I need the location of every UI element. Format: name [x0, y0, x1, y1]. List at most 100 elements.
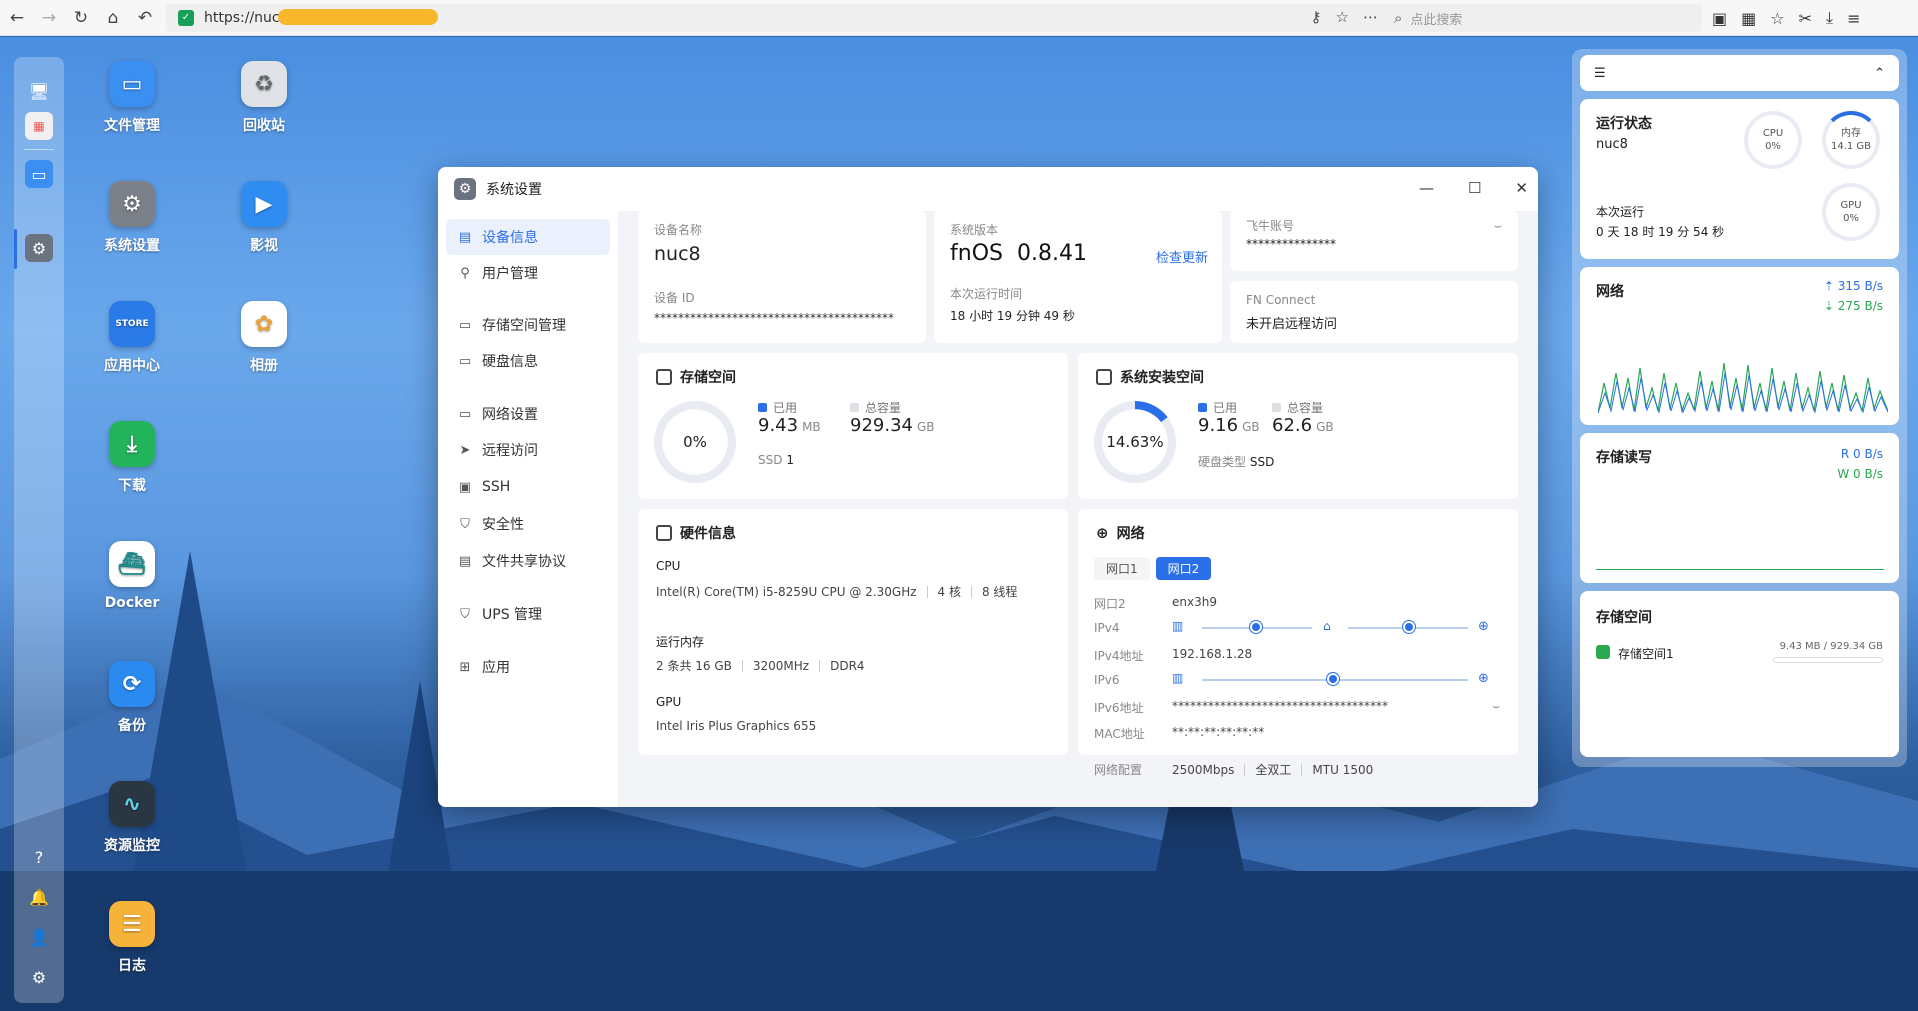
app-label: 系统设置: [104, 238, 160, 254]
address-bar[interactable]: ✓ https://nuc ⚷ ☆ ⋯: [166, 4, 1390, 32]
eye-hidden-icon[interactable]: ⌣: [1492, 699, 1500, 714]
cpu-label: CPU: [656, 559, 681, 573]
file-share-icon: ▤: [458, 553, 472, 569]
settings-icon[interactable]: ⚙: [25, 963, 53, 991]
app-label: 日志: [118, 958, 146, 974]
widgets-panel: ☰ ⌃ 运行状态 nuc8 CPU 0% 内存 14.1 GB GPU 0% 本次运行…: [1572, 49, 1907, 767]
total-label: 总容量: [1287, 401, 1324, 415]
app-resource-monitor[interactable]: ∿ 资源监控: [77, 781, 187, 855]
status-widget: 运行状态 nuc8 CPU 0% 内存 14.1 GB GPU 0% 本次运行 0 天…: [1580, 99, 1899, 259]
internet-globe-icon: ⊕: [1478, 671, 1489, 686]
ipv6-status-dot: [1327, 673, 1339, 685]
version-row: fnOS 0.8.41: [950, 241, 1087, 266]
uptime-label: 本次运行时间: [950, 287, 1023, 301]
more-icon[interactable]: ⋯: [1363, 8, 1378, 26]
sidebar-item-device-info[interactable]: ▤ 设备信息: [446, 219, 610, 255]
minimize-icon[interactable]: —: [1419, 179, 1434, 197]
eye-hidden-icon[interactable]: ⌣: [1493, 219, 1502, 234]
gpu-gauge-value: 0%: [1843, 213, 1859, 224]
sidebar-item-security[interactable]: ⛉ 安全性: [446, 506, 610, 542]
bell-icon[interactable]: 🔔: [25, 883, 53, 911]
hardware-card: 硬件信息 CPU Intel(R) Core(TM) i5-8259U CPU …: [638, 509, 1068, 755]
home-icon[interactable]: ⌂: [98, 3, 128, 33]
sidebar-item-network[interactable]: ▭ 网络设置: [446, 396, 610, 432]
memory-size: 2 条共 16 GB: [656, 659, 732, 673]
device-id: ****************************************: [654, 311, 894, 325]
video-icon: ▶: [241, 181, 287, 227]
download-rate: ⇣ 275 B/s: [1823, 299, 1883, 313]
search-placeholder: 点此搜索: [1410, 12, 1463, 28]
reload-icon[interactable]: ↻: [66, 3, 96, 33]
tab-port2[interactable]: 网口2: [1155, 557, 1212, 580]
app-store[interactable]: STORE 应用中心: [77, 301, 187, 375]
router-icon: ⌂: [1323, 619, 1331, 633]
download-icon[interactable]: ⤓: [1826, 8, 1833, 28]
app-video[interactable]: ▶ 影视: [209, 181, 319, 255]
app-system-settings[interactable]: ⚙ 系统设置: [77, 181, 187, 255]
app-backup[interactable]: ⟳ 备份: [77, 661, 187, 735]
uptime-label: 本次运行: [1596, 205, 1645, 219]
back-icon[interactable]: ←: [2, 3, 32, 33]
extension-icon[interactable]: ▣: [1712, 9, 1727, 28]
sidebar-item-users[interactable]: ⚲ 用户管理: [446, 255, 610, 291]
key-icon[interactable]: ⚷: [1311, 8, 1322, 26]
app-recycle-bin[interactable]: ♻ 回收站: [209, 61, 319, 135]
hardware-title-row: 硬件信息: [656, 523, 736, 543]
menu-icon[interactable]: ≡: [1847, 9, 1860, 28]
app-log[interactable]: ☰ 日志: [77, 901, 187, 975]
gear-icon: ⚙: [109, 181, 155, 227]
star-icon[interactable]: ☆: [1336, 8, 1349, 26]
total-legend: 总容量: [850, 399, 901, 416]
folder-icon: ▭: [109, 61, 155, 107]
dock-active-indicator: [14, 229, 17, 269]
network-config-row: 2500Mbps 全双工 MTU 1500: [1172, 761, 1373, 778]
network-widget-title: 网络: [1596, 284, 1624, 300]
sidebar-item-ssh[interactable]: ▣ SSH: [446, 469, 610, 505]
sidebar-item-label: UPS 管理: [482, 607, 543, 623]
forward-icon[interactable]: →: [34, 3, 64, 33]
sidebar-item-disk[interactable]: ▭ 硬盘信息: [446, 343, 610, 379]
sidebar-item-apps[interactable]: ⊞ 应用: [446, 649, 610, 685]
tab-port1[interactable]: 网口1: [1094, 557, 1150, 580]
app-download[interactable]: ⤓ 下载: [77, 421, 187, 495]
redaction-scribble: [278, 9, 438, 25]
bookmarks-icon[interactable]: ☆: [1770, 9, 1784, 28]
disk-icon: ▭: [458, 353, 472, 369]
upload-rate: ⇡ 315 B/s: [1823, 279, 1883, 293]
check-update-link[interactable]: 检查更新: [1156, 247, 1208, 266]
gpu-label: GPU: [656, 695, 682, 709]
settings-content: 设备名称 nuc8 设备 ID ************************…: [618, 211, 1538, 807]
desktop-icon[interactable]: 🖥: [25, 77, 53, 105]
app-label: 相册: [250, 358, 278, 374]
dock-file-manager-icon[interactable]: ▭: [25, 160, 53, 188]
dock-settings-icon[interactable]: ⚙: [25, 234, 53, 262]
sidebar-item-ups[interactable]: ⛉ UPS 管理: [446, 596, 610, 632]
ssd-count-row: SSD 1: [758, 453, 794, 467]
storage-title: 存储空间: [680, 370, 736, 386]
close-icon[interactable]: ✕: [1515, 179, 1528, 197]
user-icon[interactable]: 👤: [25, 923, 53, 951]
app-file-manager[interactable]: ▭ 文件管理: [77, 61, 187, 135]
scissors-icon[interactable]: ✂: [1799, 9, 1812, 28]
sidebar-item-file-share[interactable]: ▤ 文件共享协议: [446, 543, 610, 579]
disk-io-title: 存储读写: [1596, 450, 1652, 466]
sidebar-item-remote[interactable]: ➤ 远程访问: [446, 432, 610, 468]
app-label: 影视: [250, 238, 278, 254]
gpu-row: Intel Iris Plus Graphics 655: [656, 719, 816, 733]
sysinstall-used: 9.16 GB: [1198, 415, 1260, 436]
network-config-label: 网络配置: [1094, 763, 1143, 777]
window-titlebar[interactable]: ⚙ 系统设置 — ☐ ✕: [438, 167, 1538, 211]
sidebar-item-storage[interactable]: ▭ 存储空间管理: [446, 307, 610, 343]
port-value: enx3h9: [1172, 595, 1217, 609]
app-photos[interactable]: ✿ 相册: [209, 301, 319, 375]
search-box[interactable]: ⌕ 点此搜索: [1384, 4, 1702, 32]
help-icon[interactable]: ?: [25, 843, 53, 871]
undo-icon[interactable]: ↶: [130, 3, 160, 33]
app-docker[interactable]: ⛴ Docker: [77, 541, 187, 611]
grid-icon[interactable]: ▦: [1741, 9, 1756, 28]
maximize-icon[interactable]: ☐: [1468, 179, 1481, 197]
widget-settings-icon[interactable]: ☰: [1594, 66, 1606, 81]
cpu-row: Intel(R) Core(TM) i5-8259U CPU @ 2.30GHz…: [656, 583, 1017, 600]
app-grid-icon[interactable]: ▦: [25, 112, 53, 140]
collapse-icon[interactable]: ⌃: [1874, 66, 1885, 81]
